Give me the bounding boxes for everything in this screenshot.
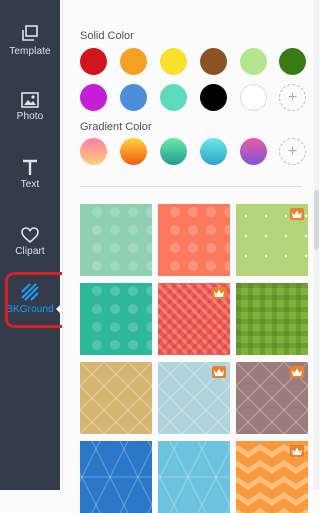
gradient-color-title: Gradient Color xyxy=(80,121,152,133)
pattern-tile-green-plaid[interactable] xyxy=(236,283,308,355)
solid-color-swatch[interactable] xyxy=(80,84,107,111)
sidebar-item-label: Clipart xyxy=(15,246,45,257)
pattern-tile-blue-triangles[interactable] xyxy=(80,441,152,513)
plus-icon: + xyxy=(287,88,298,106)
crown-icon xyxy=(212,366,226,378)
scrollbar-thumb[interactable] xyxy=(314,190,319,250)
gradient-color-swatch[interactable] xyxy=(120,138,147,165)
pattern-tile-orange-zigzag[interactable] xyxy=(236,441,308,513)
pattern-tile-tan-diamonds[interactable] xyxy=(80,362,152,434)
clipart-heart-icon xyxy=(21,227,39,243)
solid-color-swatch[interactable] xyxy=(200,84,227,111)
background-panel: Solid Color + Gradient Color + xyxy=(62,0,319,513)
crown-icon xyxy=(290,445,304,457)
background-icon xyxy=(21,283,39,301)
sidebar-item-background[interactable]: BKGround xyxy=(0,268,60,330)
sidebar-item-label: Text xyxy=(20,178,40,190)
plus-icon: + xyxy=(287,142,298,160)
template-icon xyxy=(20,25,40,43)
pattern-tile-lime-stars[interactable] xyxy=(236,204,308,276)
sidebar-item-label: Photo xyxy=(16,111,44,122)
sidebar-item-label: BKGround xyxy=(6,304,54,315)
sidebar-item-template[interactable]: Template xyxy=(0,10,60,72)
solid-color-swatch[interactable] xyxy=(80,48,107,75)
add-solid-color-button[interactable]: + xyxy=(279,84,306,111)
pattern-tile-teal-dots[interactable] xyxy=(80,283,152,355)
pattern-tile-lightblue-diamonds[interactable] xyxy=(158,362,230,434)
solid-color-swatch[interactable] xyxy=(160,84,187,111)
sidebar-item-clipart[interactable]: Clipart xyxy=(0,211,60,273)
solid-color-swatch[interactable] xyxy=(120,48,147,75)
sidebar-item-photo[interactable]: Photo xyxy=(0,76,60,138)
gradient-color-swatch[interactable] xyxy=(240,138,267,165)
solid-color-title: Solid Color xyxy=(80,30,134,42)
solid-color-swatch[interactable] xyxy=(279,48,306,75)
crown-icon xyxy=(290,366,304,378)
sidebar-item-text[interactable]: Text xyxy=(0,143,60,205)
sidebar-item-label: Template xyxy=(9,46,51,57)
solid-color-swatch[interactable] xyxy=(120,84,147,111)
solid-color-swatch[interactable] xyxy=(200,48,227,75)
scrollbar[interactable] xyxy=(314,0,319,490)
solid-color-swatch[interactable] xyxy=(160,48,187,75)
solid-color-swatch[interactable] xyxy=(240,48,267,75)
pattern-tile-coral-dots[interactable] xyxy=(158,204,230,276)
crown-icon xyxy=(212,287,226,299)
pattern-tile-sky-triangles[interactable] xyxy=(158,441,230,513)
divider xyxy=(80,186,302,187)
gradient-color-swatch[interactable] xyxy=(160,138,187,165)
text-icon xyxy=(22,159,38,176)
gradient-color-swatch[interactable] xyxy=(80,138,107,165)
pattern-tile-mint-dots[interactable] xyxy=(80,204,152,276)
pattern-tile-mauve-diamonds[interactable] xyxy=(236,362,308,434)
gradient-color-swatch[interactable] xyxy=(200,138,227,165)
sidebar: Template Photo Text Clipart BKGround xyxy=(0,0,60,490)
photo-icon xyxy=(21,92,39,108)
crown-icon xyxy=(290,208,304,220)
add-gradient-color-button[interactable]: + xyxy=(279,138,306,165)
solid-color-swatch[interactable] xyxy=(240,84,267,111)
pattern-tile-red-weave[interactable] xyxy=(158,283,230,355)
